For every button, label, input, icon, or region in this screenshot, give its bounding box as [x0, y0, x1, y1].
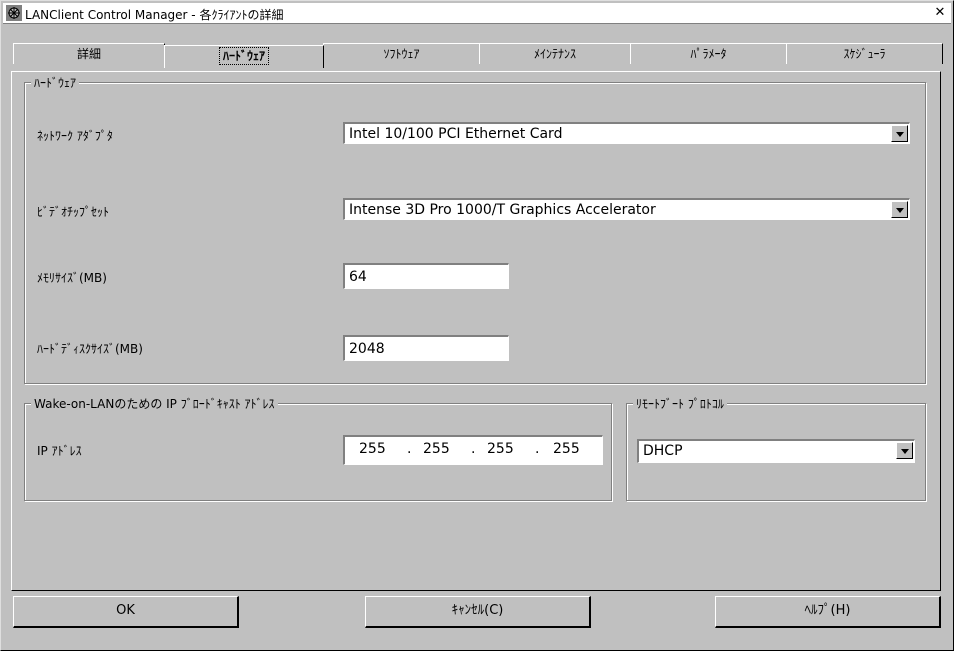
ip-separator: . — [535, 441, 540, 457]
ip-octet: 255 — [487, 441, 514, 457]
ip-octet: 255 — [553, 441, 580, 457]
chevron-down-icon[interactable] — [891, 201, 908, 218]
ip-address-label: IP ｱﾄﾞﾚｽ — [37, 444, 82, 458]
tab-hardware[interactable]: ﾊｰﾄﾞｳｪｱ — [164, 45, 324, 68]
tab-panel: ﾊｰﾄﾞｳｪｱ ﾈｯﾄﾜｰｸ ｱﾀﾞﾌﾟﾀ Intel 10/100 PCI E… — [11, 71, 941, 591]
chevron-down-icon[interactable] — [896, 442, 913, 459]
memory-size-value: 64 — [349, 269, 367, 285]
group-label: Wake-on-LANのための IP ﾌﾞﾛｰﾄﾞｷｬｽﾄ ｱﾄﾞﾚｽ — [31, 395, 278, 412]
chevron-down-icon[interactable] — [891, 125, 908, 142]
ip-address-field[interactable]: 255 . 255 . 255 . 255 — [343, 435, 603, 465]
help-button[interactable]: ﾍﾙﾌﾟ(H) — [715, 596, 941, 628]
tab-label: ﾊｰﾄﾞｳｪｱ — [218, 47, 269, 65]
video-chipset-label: ﾋﾞﾃﾞｵﾁｯﾌﾟｾｯﾄ — [37, 205, 110, 219]
disk-size-field[interactable]: 2048 — [343, 335, 509, 361]
network-adapter-label: ﾈｯﾄﾜｰｸ ｱﾀﾞﾌﾟﾀ — [37, 129, 113, 143]
group-label: ﾊｰﾄﾞｳｪｱ — [31, 74, 80, 91]
cancel-button[interactable]: ｷｬﾝｾﾙ(C) — [365, 596, 591, 628]
ip-separator: . — [407, 441, 412, 457]
ip-octet: 255 — [359, 441, 386, 457]
disk-size-label: ﾊｰﾄﾞﾃﾞｨｽｸｻｲｽﾞ(MB) — [37, 342, 143, 356]
tab-parameters[interactable]: ﾊﾟﾗﾒｰﾀ — [630, 43, 787, 64]
ip-octet: 255 — [423, 441, 450, 457]
remote-boot-protocol-select[interactable]: DHCP — [637, 439, 915, 463]
memory-size-field[interactable]: 64 — [343, 263, 509, 289]
remote-boot-protocol-value: DHCP — [643, 443, 683, 459]
tab-label: ﾒｲﾝﾃﾅﾝｽ — [533, 47, 576, 61]
network-adapter-value: Intel 10/100 PCI Ethernet Card — [349, 126, 563, 142]
tab-scheduler[interactable]: ｽｹｼﾞｭｰﾗ — [786, 43, 943, 64]
network-adapter-select[interactable]: Intel 10/100 PCI Ethernet Card — [343, 122, 910, 144]
ok-button[interactable]: OK — [13, 596, 239, 628]
title-bar[interactable]: LANClient Control Manager - 各ｸﾗｲｱﾝﾄの詳細 ✕ — [3, 3, 951, 24]
video-chipset-select[interactable]: Intense 3D Pro 1000/T Graphics Accelerat… — [343, 198, 910, 220]
remote-boot-group: ﾘﾓｰﾄﾌﾞｰﾄ ﾌﾟﾛﾄｺﾙ DHCP — [626, 395, 926, 501]
tab-label: ｽｹｼﾞｭｰﾗ — [843, 47, 886, 61]
disk-size-value: 2048 — [349, 341, 385, 357]
tab-maintenance[interactable]: ﾒｲﾝﾃﾅﾝｽ — [479, 43, 631, 64]
tab-software[interactable]: ｿﾌﾄｳｪｱ — [323, 43, 480, 64]
tab-label: ﾊﾟﾗﾒｰﾀ — [690, 47, 727, 61]
hardware-group: ﾊｰﾄﾞｳｪｱ ﾈｯﾄﾜｰｸ ｱﾀﾞﾌﾟﾀ Intel 10/100 PCI E… — [24, 74, 926, 384]
app-icon — [6, 5, 22, 21]
tab-strip: 詳細 ﾊｰﾄﾞｳｪｱ ｿﾌﾄｳｪｱ ﾒｲﾝﾃﾅﾝｽ ﾊﾟﾗﾒｰﾀ ｽｹｼﾞｭｰﾗ — [11, 25, 943, 73]
dialog-window: LANClient Control Manager - 各ｸﾗｲｱﾝﾄの詳細 ✕… — [0, 0, 954, 651]
tab-label: 詳細 — [76, 47, 101, 61]
video-chipset-value: Intense 3D Pro 1000/T Graphics Accelerat… — [349, 202, 656, 218]
close-icon[interactable]: ✕ — [932, 5, 948, 20]
tab-details[interactable]: 詳細 — [13, 43, 165, 64]
wol-group: Wake-on-LANのための IP ﾌﾞﾛｰﾄﾞｷｬｽﾄ ｱﾄﾞﾚｽ IP ｱ… — [24, 395, 612, 501]
memory-size-label: ﾒﾓﾘｻｲｽﾞ(MB) — [37, 271, 107, 285]
tab-label: ｿﾌﾄｳｪｱ — [383, 47, 420, 61]
window-title: LANClient Control Manager - 各ｸﾗｲｱﾝﾄの詳細 — [25, 8, 284, 22]
group-label: ﾘﾓｰﾄﾌﾞｰﾄ ﾌﾟﾛﾄｺﾙ — [633, 395, 727, 412]
ip-separator: . — [471, 441, 476, 457]
